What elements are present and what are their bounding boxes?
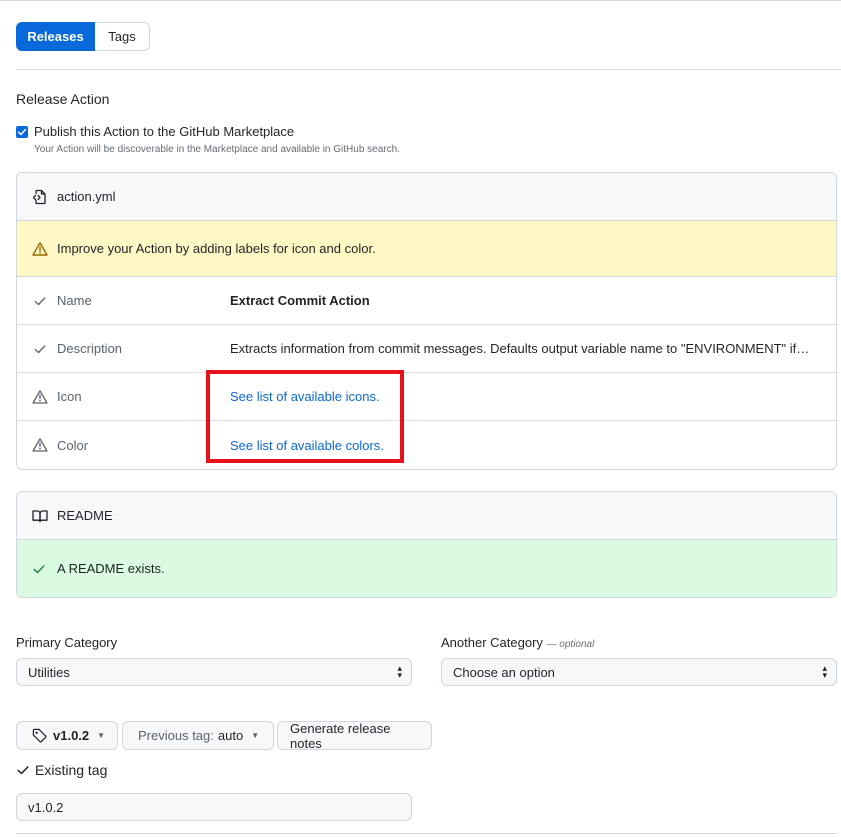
file-code-icon	[32, 189, 48, 205]
readme-header: README	[17, 492, 836, 540]
tag-input-value: v1.0.2	[28, 799, 64, 815]
action-warning-banner: Improve your Action by adding labels for…	[17, 221, 836, 277]
metadata-key: Color	[57, 437, 89, 453]
tab-releases[interactable]: Releases	[16, 22, 95, 51]
tag-input[interactable]: v1.0.2	[16, 793, 412, 821]
metadata-row-name: Name Extract Commit Action	[17, 277, 836, 325]
section-divider	[16, 69, 841, 70]
publish-note: Your Action will be discoverable in the …	[34, 144, 400, 155]
available-icons-link[interactable]: See list of available icons.	[230, 389, 810, 404]
action-file-name: action.yml	[57, 189, 116, 204]
check-icon	[32, 293, 48, 309]
book-icon	[32, 508, 48, 524]
tag-select-value: v1.0.2	[53, 728, 90, 743]
readme-status-text: A README exists.	[57, 561, 165, 576]
another-category-label-text: Another Category	[441, 635, 543, 650]
primary-category-value: Utilities	[28, 664, 70, 680]
readme-panel: README A README exists.	[16, 491, 837, 598]
chevron-down-icon: ▼	[97, 731, 106, 740]
alert-icon	[32, 241, 48, 257]
previous-tag-button[interactable]: Previous tag: auto ▼	[122, 721, 274, 750]
alert-icon	[32, 437, 48, 453]
action-warning-text: Improve your Action by adding labels for…	[57, 241, 376, 256]
metadata-row-icon: Icon See list of available icons.	[17, 373, 836, 421]
metadata-value: Extract Commit Action	[230, 293, 370, 308]
metadata-row-color: Color See list of available colors.	[17, 421, 836, 469]
action-file-header: action.yml	[17, 173, 836, 221]
metadata-value: Extracts information from commit message…	[230, 341, 810, 356]
optional-hint: — optional	[546, 639, 595, 650]
checkmark-icon	[17, 128, 27, 135]
select-caret-icon: ▴ ▾	[397, 663, 402, 680]
available-colors-link[interactable]: See list of available colors.	[230, 438, 810, 453]
readme-status: A README exists.	[17, 540, 836, 597]
select-caret-icon: ▴ ▾	[822, 663, 827, 680]
existing-tag-label: Existing tag	[35, 762, 108, 778]
primary-category-select[interactable]: Utilities ▴ ▾	[16, 658, 412, 686]
previous-tag-label: Previous tag:	[138, 728, 214, 743]
previous-tag-value: auto	[217, 728, 244, 743]
metadata-key: Name	[57, 293, 92, 308]
tag-icon	[32, 728, 47, 743]
release-action-title: Release Action	[16, 91, 110, 107]
alert-icon	[32, 389, 48, 405]
tag-select-button[interactable]: v1.0.2 ▼	[16, 721, 118, 750]
primary-category-label-text: Primary Category	[16, 635, 118, 650]
metadata-key: Icon	[57, 389, 82, 404]
publish-checkbox[interactable]	[16, 125, 28, 138]
metadata-row-description: Description Extracts information from co…	[17, 325, 836, 373]
release-tabs: Releases Tags	[16, 22, 150, 51]
metadata-key: Description	[57, 341, 123, 356]
next-panel-edge	[16, 833, 837, 837]
check-icon	[32, 341, 48, 357]
another-category-value: Choose an option	[453, 664, 555, 680]
check-icon	[16, 763, 30, 777]
action-file-panel: action.yml Improve your Action by adding…	[16, 172, 837, 470]
publish-label[interactable]: Publish this Action to the GitHub Market…	[34, 124, 294, 139]
tab-tags[interactable]: Tags	[95, 22, 150, 51]
readme-title: README	[57, 508, 113, 523]
top-divider	[0, 0, 841, 1]
generate-release-notes-button[interactable]: Generate release notes	[277, 721, 432, 751]
another-category-label: Another Category — optional	[441, 635, 594, 650]
chevron-down-icon: ▼	[251, 731, 260, 740]
primary-category-label: Primary Category	[16, 635, 117, 650]
publish-option: Publish this Action to the GitHub Market…	[16, 124, 294, 139]
another-category-select[interactable]: Choose an option ▴ ▾	[441, 658, 837, 686]
existing-tag-status: Existing tag	[16, 762, 107, 778]
check-icon	[32, 561, 48, 577]
